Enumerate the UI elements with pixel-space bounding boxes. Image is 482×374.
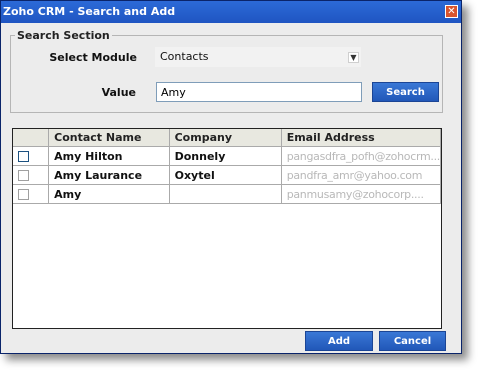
contact-name-cell: Amy <box>48 184 170 204</box>
table-row[interactable]: Amy Hilton Donnely pangasdfra_pofh@zohoc… <box>13 146 441 166</box>
checkbox-column-header <box>13 129 50 147</box>
table-row[interactable]: Amy Laurance Oxytel pandfra_amr@yahoo.co… <box>13 165 441 185</box>
company-cell <box>169 184 282 204</box>
column-header-company[interactable]: Company <box>169 129 282 147</box>
search-section-legend: Search Section <box>15 29 112 42</box>
window-titlebar[interactable]: Zoho CRM - Search and Add ✕ <box>1 1 461 23</box>
contact-name-cell: Amy Hilton <box>48 146 170 166</box>
email-cell: pandfra_amr@yahoo.com <box>281 165 441 185</box>
results-table: Contact Name Company Email Address Amy H… <box>13 129 441 204</box>
row-checkbox-cell <box>13 184 50 204</box>
email-cell: pangasdfra_pofh@zohocrm... <box>281 146 441 166</box>
row-checkbox-cell <box>13 165 50 185</box>
row-checkbox-cell <box>13 146 50 166</box>
window-title: Zoho CRM - Search and Add <box>3 5 176 18</box>
column-header-email[interactable]: Email Address <box>281 129 441 147</box>
company-cell: Oxytel <box>169 165 282 185</box>
close-icon[interactable]: ✕ <box>445 5 458 18</box>
row-checkbox[interactable] <box>18 151 29 162</box>
add-button[interactable]: Add <box>305 331 373 351</box>
cancel-button[interactable]: Cancel <box>379 331 446 351</box>
company-cell: Donnely <box>169 146 282 166</box>
results-table-container: Contact Name Company Email Address Amy H… <box>12 128 442 329</box>
module-select-value: Contacts <box>160 50 209 63</box>
contact-name-cell: Amy Laurance <box>48 165 170 185</box>
value-input[interactable] <box>156 82 362 102</box>
column-header-contact-name[interactable]: Contact Name <box>48 129 170 147</box>
table-row[interactable]: Amy panmusamy@zohocorp.... <box>13 184 441 204</box>
select-module-label: Select Module <box>49 51 137 64</box>
module-select[interactable]: Contacts ▼ <box>155 47 361 67</box>
search-button[interactable]: Search <box>372 82 439 102</box>
row-checkbox[interactable] <box>18 170 29 181</box>
row-checkbox[interactable] <box>18 189 29 200</box>
value-label: Value <box>101 86 136 99</box>
email-cell: panmusamy@zohocorp.... <box>281 184 441 204</box>
chevron-down-icon[interactable]: ▼ <box>348 52 359 63</box>
search-and-add-dialog: Zoho CRM - Search and Add ✕ Search Secti… <box>0 0 462 354</box>
table-header-row: Contact Name Company Email Address <box>13 129 441 147</box>
